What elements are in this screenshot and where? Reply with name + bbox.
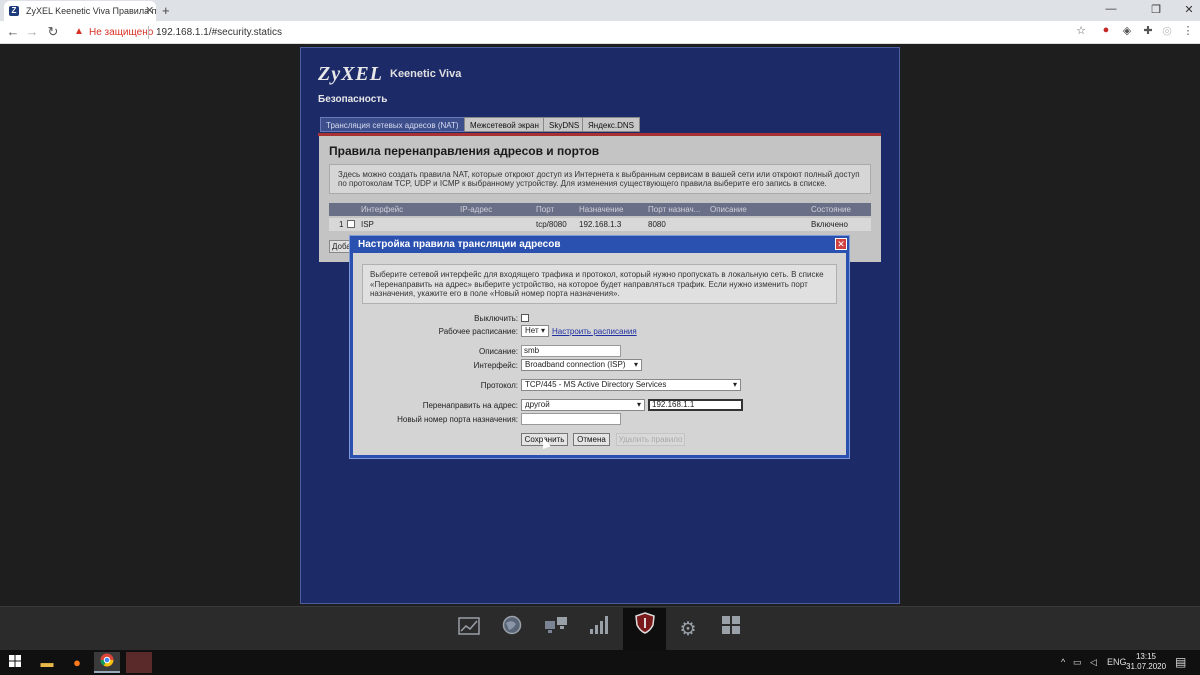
schedule-value: Нет [525, 326, 539, 335]
notifications-icon[interactable]: ▤ [1175, 655, 1186, 669]
windows-start-icon[interactable] [4, 652, 26, 673]
rules-table-header: Интерфейс IP-адрес Порт Назначение Порт … [329, 203, 871, 216]
address-bar[interactable]: 192.168.1.1/#security.statics [156, 27, 282, 38]
row-state: Включено [811, 220, 848, 229]
tab-firewall[interactable]: Межсетевой экран [464, 117, 545, 132]
browser-tabstrip [0, 0, 1200, 21]
col-interface: Интерфейс [361, 205, 404, 214]
forward-icon[interactable]: → [24, 24, 40, 39]
router-model: Keenetic Viva [390, 68, 462, 80]
apps-icon[interactable] [711, 612, 751, 648]
col-dest: Назначение [579, 205, 624, 214]
app-thumbnail-icon[interactable] [126, 652, 152, 673]
disable-label: Выключить: [474, 314, 518, 323]
chart-icon[interactable] [449, 612, 489, 648]
tray-wifi-icon[interactable]: ▭ [1073, 657, 1082, 668]
language-indicator[interactable]: ENG [1107, 657, 1127, 667]
schedule-label: Рабочее расписание: [438, 327, 518, 336]
file-explorer-icon[interactable]: ▬ [36, 652, 58, 673]
new-port-input[interactable] [521, 413, 621, 425]
dialog-close-icon[interactable]: ✕ [835, 238, 847, 250]
chevron-down-icon: ▾ [636, 400, 641, 409]
row-interface: ISP [361, 220, 374, 229]
chevron-down-icon: ▾ [633, 360, 638, 369]
bookmark-star-icon[interactable]: ☆ [1073, 24, 1089, 37]
windows-taskbar [0, 650, 1200, 675]
schedule-settings-link[interactable]: Настроить расписания [552, 327, 637, 336]
extension-tag-icon[interactable]: ◈ [1119, 24, 1135, 37]
description-input[interactable]: smb [521, 345, 621, 357]
cancel-button[interactable]: Отмена [573, 433, 610, 446]
row-dest: 192.168.1.3 [579, 220, 622, 229]
clock-time: 13:15 [1135, 652, 1157, 661]
window-close-icon[interactable]: ✕ [1178, 3, 1200, 16]
tab-nat[interactable]: Трансляция сетевых адресов (NAT) [320, 117, 465, 132]
panel-title: Правила перенаправления адресов и портов [329, 144, 600, 158]
dialog-info: Выберите сетевой интерфейс для входящего… [362, 264, 837, 304]
row-checkbox[interactable] [347, 220, 355, 230]
row-number: 1 [339, 220, 344, 229]
tray-volume-icon[interactable]: ◁ [1090, 657, 1097, 668]
row-dest-port: 8080 [648, 220, 666, 229]
tab-title: ZyXEL Keenetic Viva Правила пе [26, 6, 156, 16]
zyxel-favicon-icon: Z [9, 6, 19, 16]
gear-icon[interactable]: ⚙ [668, 612, 708, 648]
shield-icon[interactable] [623, 608, 666, 650]
panel-info: Здесь можно создать правила NAT, которые… [329, 164, 871, 194]
signal-icon[interactable] [579, 612, 619, 648]
extension-puzzle-icon[interactable]: ✚ [1140, 24, 1156, 37]
minimize-icon[interactable]: — [1100, 3, 1122, 15]
new-port-label: Новый номер порта назначения: [397, 415, 518, 424]
chevron-down-icon: ▾ [732, 380, 737, 389]
col-ip: IP-адрес [460, 205, 493, 214]
menu-icon[interactable]: ⋮ [1180, 24, 1196, 37]
protocol-select[interactable]: TCP/445 - MS Active Directory Services ▾ [521, 379, 741, 391]
row-port: tcp/8080 [536, 220, 567, 229]
section-title: Безопасность [318, 94, 388, 105]
chrome-icon[interactable] [94, 652, 120, 673]
network-icon[interactable] [536, 612, 576, 648]
interface-value: Broadband connection (ISP) [525, 360, 626, 369]
protocol-value: TCP/445 - MS Active Directory Services [525, 380, 667, 389]
tab-skydns[interactable]: SkyDNS [543, 117, 586, 132]
chevron-down-icon: ▾ [540, 326, 545, 335]
tray-chevron-icon[interactable]: ^ [1061, 657, 1065, 667]
globe-icon[interactable] [492, 612, 532, 648]
delete-rule-button[interactable]: Удалить правило [616, 433, 685, 446]
redirect-ip-input[interactable]: 192.168.1.1 [648, 399, 743, 411]
reload-icon[interactable]: ↻ [45, 24, 61, 40]
disable-checkbox[interactable] [521, 314, 529, 322]
col-port: Порт [536, 205, 555, 214]
col-dest-port: Порт назнач... [648, 205, 701, 214]
table-row[interactable]: 1 ISP tcp/8080 192.168.1.3 8080 Включено [329, 218, 871, 231]
interface-select[interactable]: Broadband connection (ISP) ▾ [521, 359, 642, 371]
address-separator [148, 26, 149, 39]
browser-tab[interactable]: ZyXEL Keenetic Viva Правила пе Z ✕ [4, 1, 156, 21]
protocol-label: Протокол: [480, 381, 518, 390]
redirect-value: другой [525, 400, 550, 409]
col-desc: Описание [710, 205, 747, 214]
redirect-select[interactable]: другой ▾ [521, 399, 645, 411]
col-state: Состояние [811, 205, 851, 214]
maximize-icon[interactable]: ❐ [1145, 3, 1167, 16]
security-status[interactable]: Не защищено [89, 27, 153, 38]
warning-icon[interactable]: ▲ [74, 26, 84, 37]
extension-shield-icon[interactable]: ◎ [1159, 24, 1175, 37]
zyxel-logo: ZyXEL [318, 63, 383, 85]
back-icon[interactable]: ← [5, 24, 21, 39]
new-tab-button[interactable]: + [162, 3, 170, 18]
firefox-icon[interactable]: ● [66, 652, 88, 673]
extension-opera-icon[interactable]: ● [1098, 24, 1114, 36]
description-label: Описание: [478, 347, 518, 356]
redirect-label: Перенаправить на адрес: [422, 401, 518, 410]
dialog-title: Настройка правила трансляции адресов [358, 239, 561, 250]
tab-yandex-dns[interactable]: Яндекс.DNS [582, 117, 641, 132]
taskbar-clock[interactable]: 13:15 31.07.2020 [1126, 652, 1166, 672]
tab-close-icon[interactable]: ✕ [145, 1, 154, 21]
clock-date: 31.07.2020 [1126, 662, 1167, 671]
interface-label: Интерфейс: [473, 361, 518, 370]
schedule-select[interactable]: Нет ▾ [521, 325, 549, 337]
